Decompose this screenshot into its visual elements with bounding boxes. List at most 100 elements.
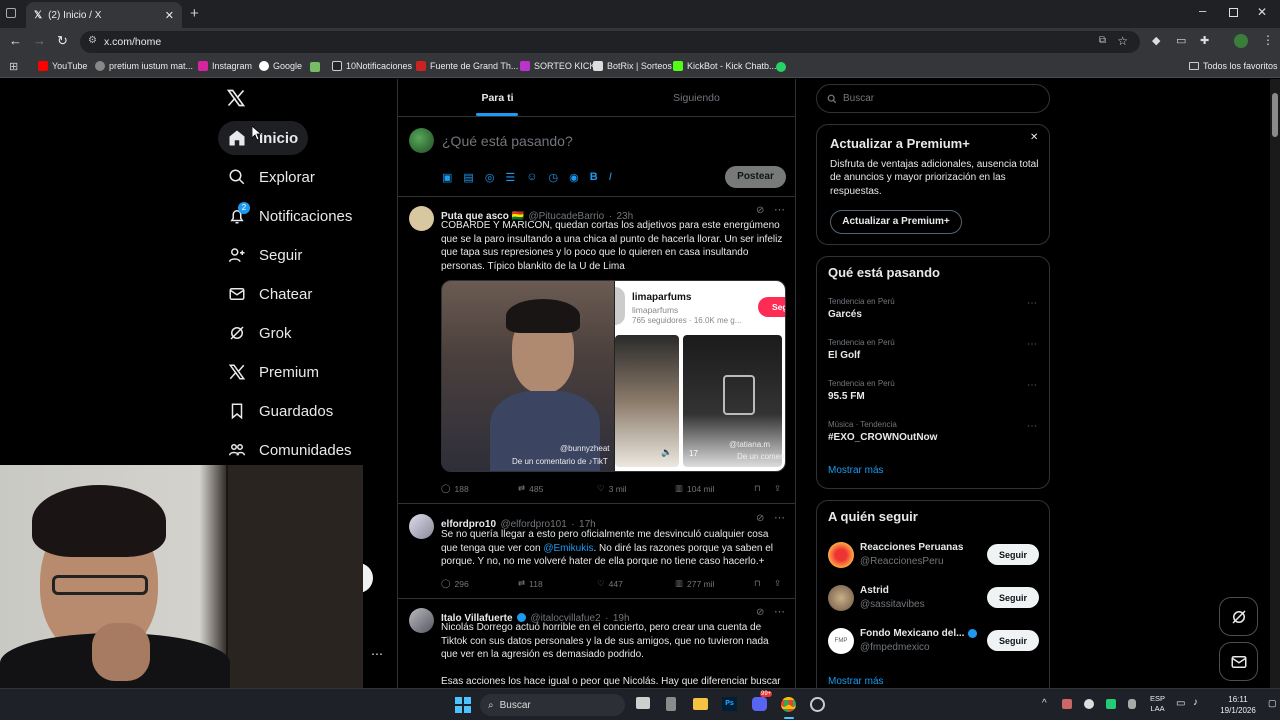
repost-button[interactable]: ⇄ 485 [518, 483, 543, 494]
reply-button[interactable]: ◯ 188 [441, 483, 469, 494]
address-bar[interactable]: ⚙ x.com/home ⧉ ☆ [80, 31, 1140, 53]
grok-explain-icon[interactable]: ⊘ [756, 607, 764, 618]
app-icon[interactable] [666, 697, 676, 711]
tweet-more-icon[interactable]: ⋯ [774, 511, 785, 524]
install-app-icon[interactable]: ⧉ [1099, 35, 1106, 46]
media-icon[interactable]: ▣ [442, 171, 452, 184]
volume-icon[interactable]: ♪ [1193, 697, 1198, 708]
browser-menu-icon[interactable]: ⋮ [1262, 33, 1274, 47]
tweet-avatar[interactable] [409, 206, 434, 231]
emoji-icon[interactable]: ☺ [526, 171, 537, 184]
follow-button[interactable]: Seguir [987, 544, 1039, 565]
share-icon[interactable]: ⇪ [774, 483, 781, 494]
poll-icon[interactable]: ☰ [505, 171, 515, 184]
browser-tab[interactable]: 𝕏 (2) Inicio / X ✕ [26, 2, 182, 28]
all-bookmarks[interactable]: Todos los favoritos [1189, 61, 1278, 71]
photoshop-icon[interactable]: Ps [722, 697, 737, 711]
scrollbar-thumb[interactable] [1272, 93, 1278, 137]
bookmark-google[interactable]: Google [259, 61, 302, 71]
follow-suggestion[interactable]: Reacciones Peruanas @ReaccionesPeru Segu… [817, 539, 1049, 579]
tweet[interactable]: Puta que asco 🇧🇴 @PitucadeBarrio · 23h ⊘… [398, 197, 796, 504]
tray-app-icon-4[interactable] [1128, 699, 1136, 709]
tweet-media[interactable]: @bunnyzheat De un comentario de ♪TikT li… [441, 280, 786, 472]
schedule-icon[interactable]: ◷ [549, 171, 559, 184]
x-logo-icon[interactable] [226, 88, 248, 110]
grok-explain-icon[interactable]: ⊘ [756, 513, 764, 524]
trend-item[interactable]: Tendencia en Perú Garcés ⋯ [828, 297, 1040, 320]
follow-suggestion[interactable]: FMP Fondo Mexicano del... @fmpedmexico S… [817, 625, 1049, 665]
nav-premium[interactable]: Premium [218, 355, 329, 389]
tweet-more-icon[interactable]: ⋯ [774, 605, 785, 618]
nav-follow[interactable]: Seguir [218, 238, 312, 272]
tweet[interactable]: Italo Villafuerte @italocvillafue2 · 19h… [398, 599, 796, 688]
chrome-icon[interactable] [781, 697, 796, 712]
share-icon[interactable]: ⇪ [774, 578, 781, 589]
tab-siguiendo[interactable]: Siguiendo [597, 79, 796, 117]
grok-float-button[interactable] [1219, 597, 1258, 636]
bookmark-tweet-icon[interactable]: ⊓ [754, 578, 761, 589]
language-indicator[interactable]: ESP LAA [1150, 694, 1165, 714]
close-icon[interactable]: ✕ [1030, 132, 1038, 143]
like-button[interactable]: ♡ 3 mil [597, 483, 627, 494]
gem-icon[interactable] [310, 62, 320, 72]
show-more-trends[interactable]: Mostrar más [828, 465, 884, 476]
avatar[interactable]: FMP [828, 628, 854, 654]
messages-float-button[interactable] [1219, 642, 1258, 681]
tray-chevron-icon[interactable]: ^ [1042, 698, 1047, 709]
whatsapp-icon[interactable] [776, 62, 786, 72]
nav-chat[interactable]: Chatear [218, 277, 322, 311]
tweet[interactable]: elfordpro10 @elfordpro101 · 17h ⊘ ⋯ Se n… [398, 505, 796, 599]
windows-start-icon[interactable] [455, 697, 471, 713]
tab-para-ti[interactable]: Para ti [398, 79, 597, 117]
bookmark-pretium[interactable]: pretium iustum mat... [95, 61, 193, 71]
trend-item[interactable]: Tendencia en Perú 95.5 FM ⋯ [828, 379, 1040, 402]
account-more-icon[interactable]: ⋯ [371, 647, 383, 661]
network-icon[interactable]: ▭ [1176, 698, 1185, 709]
follow-suggestion[interactable]: Astrid @sassitavibes Seguir [817, 582, 1049, 622]
reply-button[interactable]: ◯ 296 [441, 578, 469, 589]
extension-icon[interactable]: ◆ [1152, 34, 1160, 47]
trend-more-icon[interactable]: ⋯ [1027, 380, 1037, 391]
views-button[interactable]: ▥ 277 mil [675, 578, 714, 589]
nav-communities[interactable]: Comunidades [218, 433, 362, 467]
notifications-tray-icon[interactable]: ▢ [1268, 698, 1277, 709]
taskbar-search[interactable]: ⌕ Buscar [480, 694, 625, 716]
file-explorer-icon[interactable] [693, 698, 708, 710]
bookmark-botrix[interactable]: BotRix | Sorteos [593, 61, 672, 71]
trend-item[interactable]: Música · Tendencia #EXO_CROWNOutNow ⋯ [828, 420, 1040, 443]
tweet-avatar[interactable] [409, 514, 434, 539]
views-button[interactable]: ▥ 104 mil [675, 483, 714, 494]
tray-app-icon-2[interactable] [1084, 699, 1094, 709]
compose-input[interactable]: ¿Qué está pasando? [442, 133, 573, 149]
apps-grid-icon[interactable]: ⊞ [9, 60, 18, 73]
trend-more-icon[interactable]: ⋯ [1027, 421, 1037, 432]
extensions-puzzle-icon[interactable]: ✚ [1200, 34, 1209, 47]
avatar[interactable] [828, 585, 854, 611]
bookmark-instagram[interactable]: Instagram [198, 61, 252, 71]
nav-explore[interactable]: Explorar [218, 160, 325, 194]
follow-button[interactable]: Seguir [987, 630, 1039, 651]
new-tab-icon[interactable]: + [190, 5, 199, 22]
search-box[interactable]: Buscar [816, 84, 1050, 113]
tray-app-icon-3[interactable] [1106, 699, 1116, 709]
tweet-more-icon[interactable]: ⋯ [774, 203, 785, 216]
profile-avatar-icon[interactable] [1234, 34, 1248, 48]
discord-icon[interactable] [752, 697, 767, 711]
premium-button[interactable]: Actualizar a Premium+ [830, 210, 962, 234]
app-round-icon[interactable] [810, 697, 825, 712]
bookmark-tweet-icon[interactable]: ⊓ [754, 483, 761, 494]
post-button[interactable]: Postear [725, 166, 786, 188]
nav-grok[interactable]: Grok [218, 316, 302, 350]
forward-icon[interactable]: → [33, 33, 46, 48]
italic-icon[interactable]: I [609, 171, 612, 184]
grok-explain-icon[interactable]: ⊘ [756, 205, 764, 216]
bookmark-10notificaciones[interactable]: 10Notificaciones [332, 61, 412, 71]
repost-button[interactable]: ⇄ 118 [518, 578, 543, 589]
maximize-icon[interactable] [1229, 8, 1238, 17]
like-button[interactable]: ♡ 447 [597, 578, 623, 589]
tweet-avatar[interactable] [409, 608, 434, 633]
trend-item[interactable]: Tendencia en Perú El Golf ⋯ [828, 338, 1040, 361]
bold-icon[interactable]: B [590, 171, 598, 184]
show-more-follow[interactable]: Mostrar más [828, 676, 884, 687]
trend-more-icon[interactable]: ⋯ [1027, 339, 1037, 350]
